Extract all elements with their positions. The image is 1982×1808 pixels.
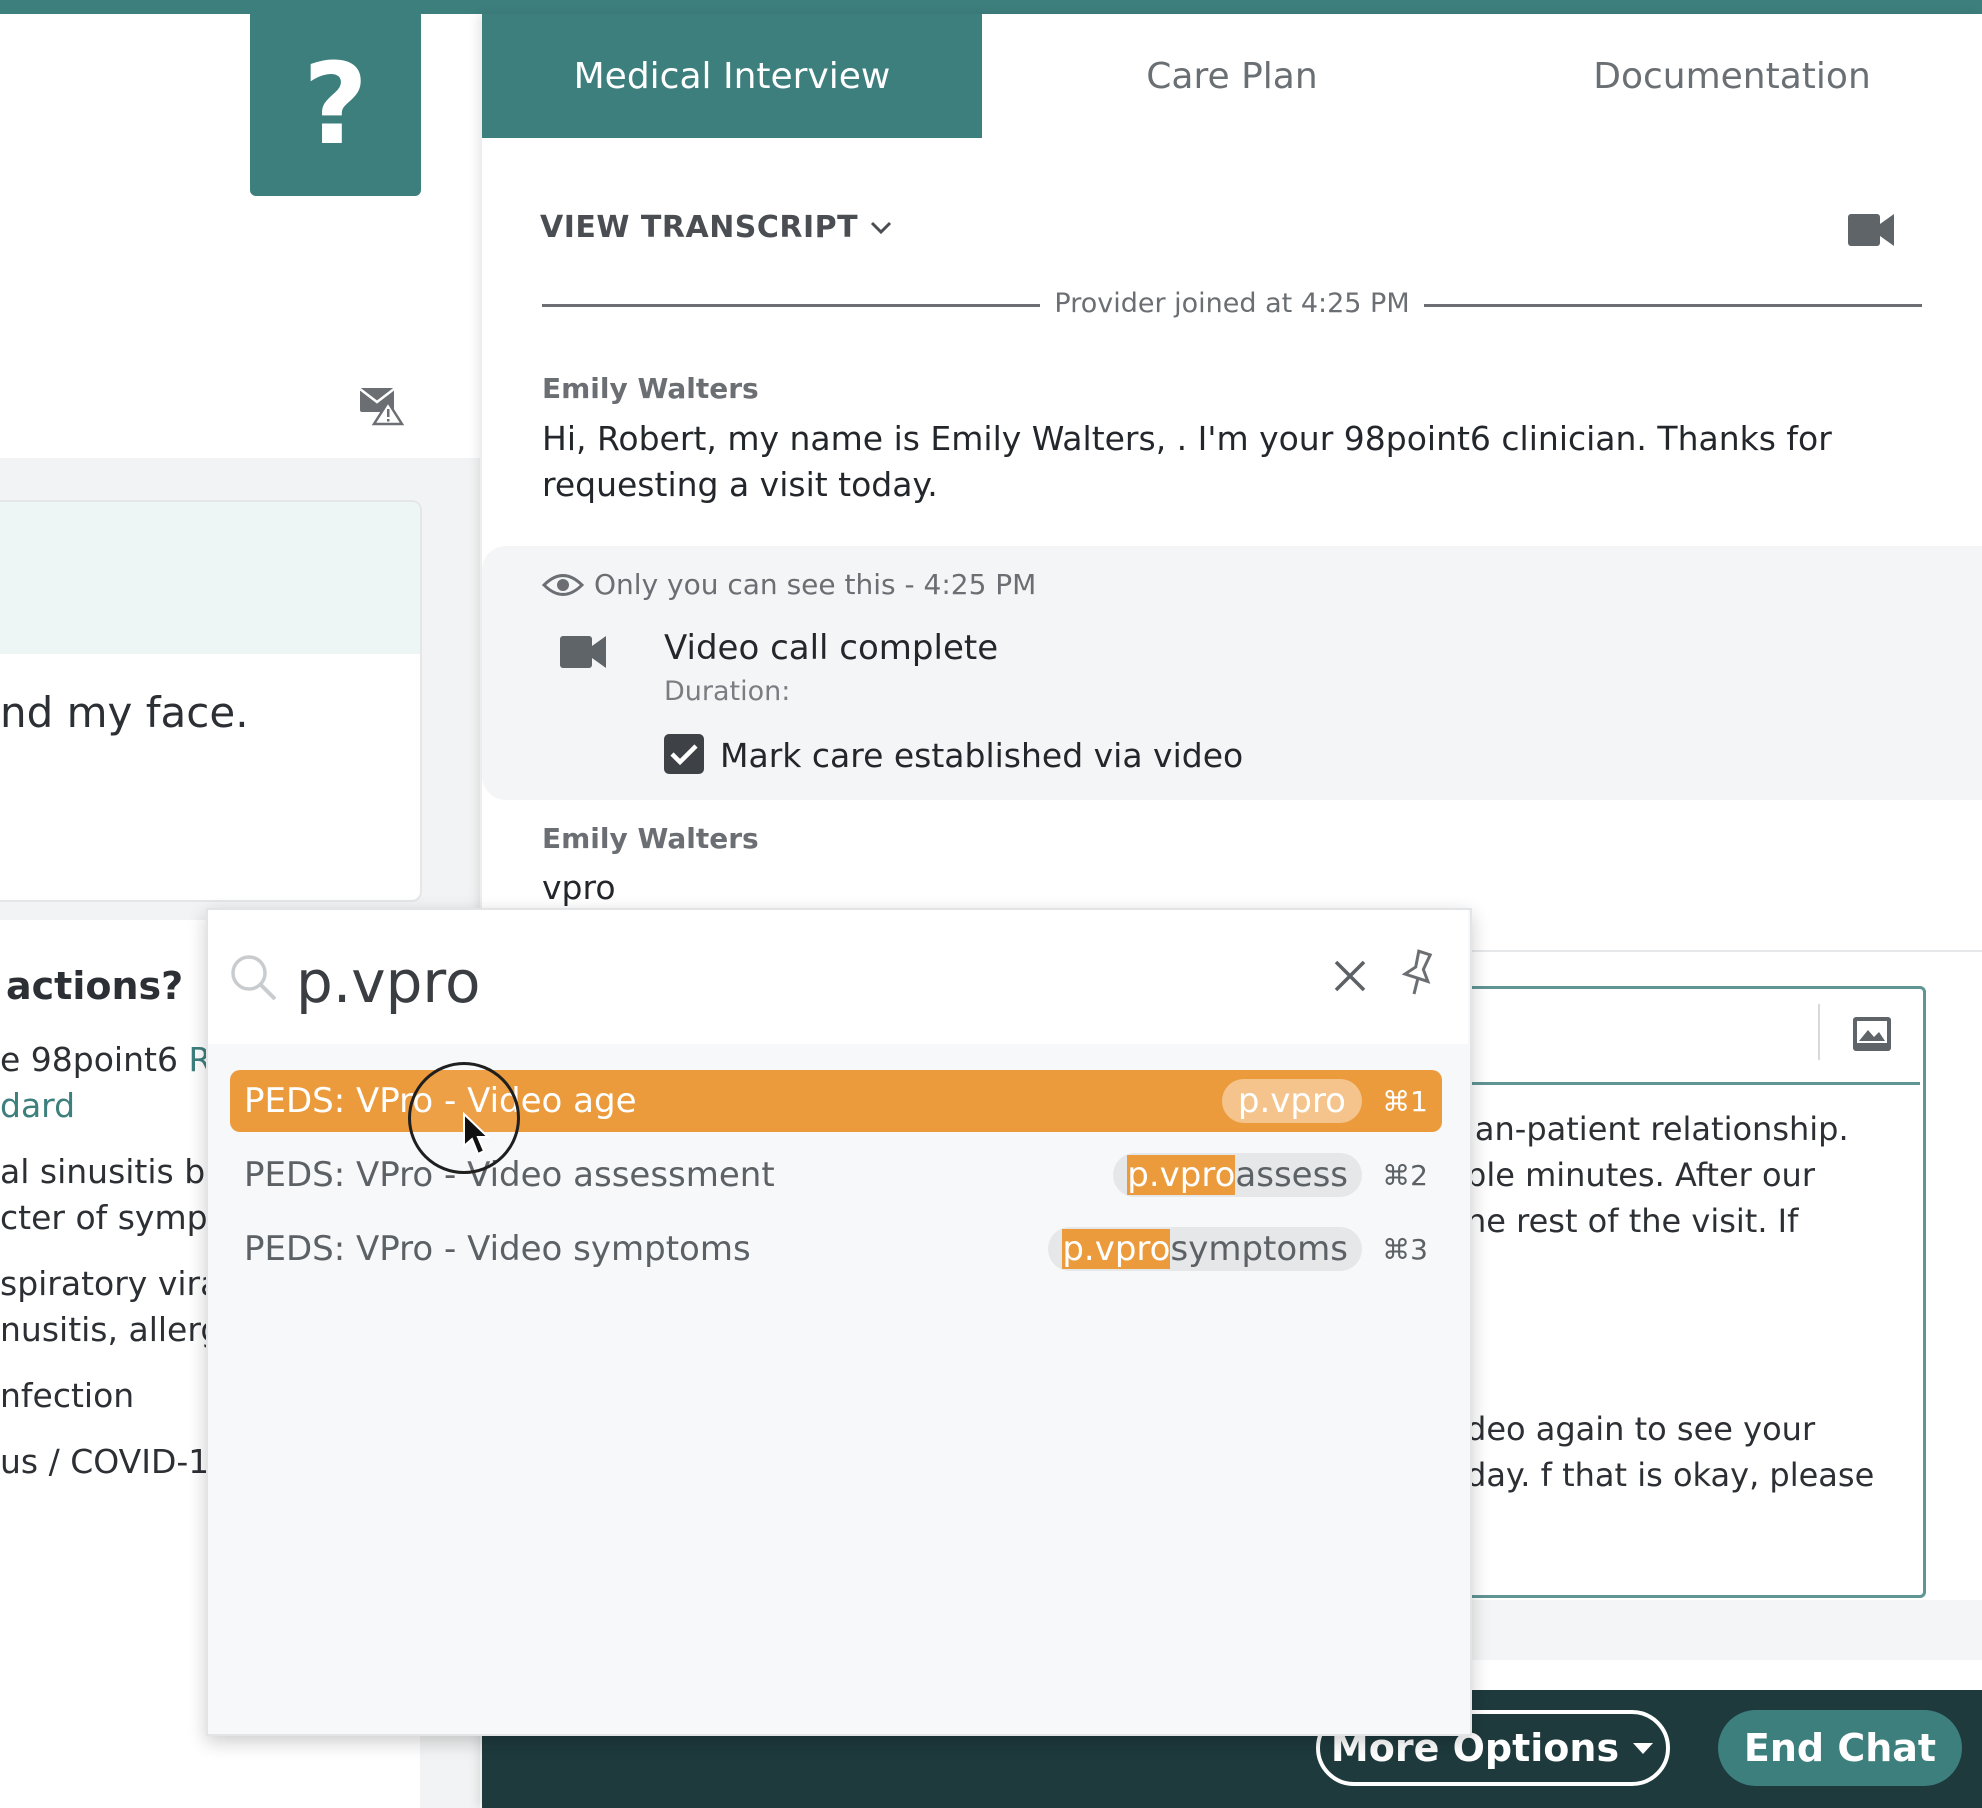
help-glyph: ? (303, 40, 368, 170)
keyboard-shortcut: ⌘3 (1382, 1232, 1428, 1266)
tab-label: Care Plan (1146, 55, 1318, 97)
video-camera-icon[interactable] (1846, 208, 1896, 252)
care-established-checkbox[interactable] (664, 734, 704, 774)
search-icon (231, 955, 277, 1001)
snippet-result[interactable]: PEDS: VPro - Video symptoms p.vprosympto… (230, 1218, 1442, 1280)
tab-care-plan[interactable]: Care Plan (982, 14, 1482, 138)
action-line-text: e 98point6 (0, 1040, 189, 1079)
snippet-shortcut-tag: p.vproassess (1113, 1153, 1362, 1197)
action-line: cter of sympto (0, 1198, 241, 1237)
tab-documentation[interactable]: Documentation (1482, 14, 1982, 138)
actions-title: actions? (6, 964, 184, 1008)
snippet-result-label: PEDS: VPro - Video symptoms (244, 1229, 751, 1269)
action-line: spiratory viral (0, 1264, 230, 1303)
tab-medical-interview[interactable]: Medical Interview (482, 14, 982, 138)
view-transcript-label: VIEW TRANSCRIPT (540, 210, 859, 245)
image-icon[interactable] (1852, 1016, 1892, 1052)
message-sender: Emily Walters (542, 372, 759, 405)
end-chat-label: End Chat (1743, 1726, 1937, 1770)
tag-highlight: p.vpro (1237, 1081, 1346, 1121)
keyboard-shortcut: ⌘1 (1382, 1084, 1428, 1118)
composer-line: ple minutes. After our (1466, 1156, 1815, 1194)
composer-line: ian-patient relationship. (1466, 1110, 1849, 1148)
composer-footer-area (1470, 1600, 1982, 1660)
snippet-result-label: PEDS: VPro - Video age (244, 1081, 637, 1121)
view-transcript-toggle[interactable]: VIEW TRANSCRIPT (540, 210, 892, 245)
tab-label: Medical Interview (573, 55, 891, 97)
composer-text-bottom: deo again to see your day. f that is oka… (1466, 1406, 1906, 1498)
tag-rest: symptoms (1170, 1229, 1348, 1269)
patient-message-header (0, 502, 420, 654)
divider (1424, 304, 1922, 307)
mail-alert-icon[interactable] (358, 380, 404, 426)
snippet-shortcut-tag: p.vprosymptoms (1048, 1227, 1362, 1271)
patient-message-text: nd my face. (0, 688, 249, 737)
video-call-status: Video call complete (664, 628, 999, 668)
message-text: vpro (542, 868, 616, 907)
composer-toolbar (1420, 986, 1920, 1085)
action-link[interactable]: dard (0, 1086, 75, 1125)
snippet-result-label: PEDS: VPro - Video assessment (244, 1155, 775, 1195)
snippet-search-input[interactable] (296, 940, 1276, 1024)
action-line: us / COVID-19 (0, 1442, 231, 1481)
toolbar-separator (1818, 1004, 1820, 1060)
help-button[interactable]: ? (250, 14, 421, 196)
mouse-cursor-icon (463, 1112, 490, 1156)
divider (542, 304, 1040, 307)
snippet-result[interactable]: PEDS: VPro - Video assessment p.vproasse… (230, 1144, 1442, 1206)
top-strip (0, 0, 1982, 14)
checkmark-icon (670, 744, 698, 766)
action-line: e 98point6 Re (0, 1040, 230, 1079)
care-established-label: Mark care established via video (720, 736, 1244, 775)
message-sender: Emily Walters (542, 822, 759, 855)
provider-joined-notice: Provider joined at 4:25 PM (1054, 288, 1410, 319)
composer-line: deo again to see your (1466, 1410, 1816, 1448)
composer-line: he rest of the visit. If (1466, 1202, 1799, 1240)
tag-highlight: p.vpro (1127, 1155, 1236, 1195)
action-line: dard (0, 1086, 75, 1125)
tag-highlight: p.vpro (1062, 1229, 1171, 1269)
chevron-down-icon (871, 221, 892, 234)
action-line: nusitis, allergi (0, 1310, 231, 1349)
private-note-visibility: Only you can see this - 4:25 PM (594, 568, 1037, 601)
pin-icon[interactable] (1398, 948, 1438, 998)
keyboard-shortcut: ⌘2 (1382, 1158, 1428, 1192)
composer-line: day. f that is okay, please (1466, 1456, 1875, 1494)
caret-down-icon (1633, 1743, 1654, 1754)
tag-rest: assess (1235, 1155, 1348, 1195)
eye-icon (542, 574, 584, 596)
duration-label: Duration: (664, 676, 791, 707)
snippet-shortcut-tag: p.vpro (1221, 1079, 1362, 1123)
close-icon[interactable] (1330, 956, 1370, 996)
end-chat-button[interactable]: End Chat (1718, 1710, 1962, 1786)
message-text: Hi, Robert, my name is Emily Walters, . … (542, 419, 1832, 504)
video-camera-icon (560, 636, 606, 668)
tab-label: Documentation (1593, 55, 1871, 97)
action-line: nfection (0, 1376, 135, 1415)
composer-text-top: ian-patient relationship. ple minutes. A… (1466, 1106, 1906, 1244)
